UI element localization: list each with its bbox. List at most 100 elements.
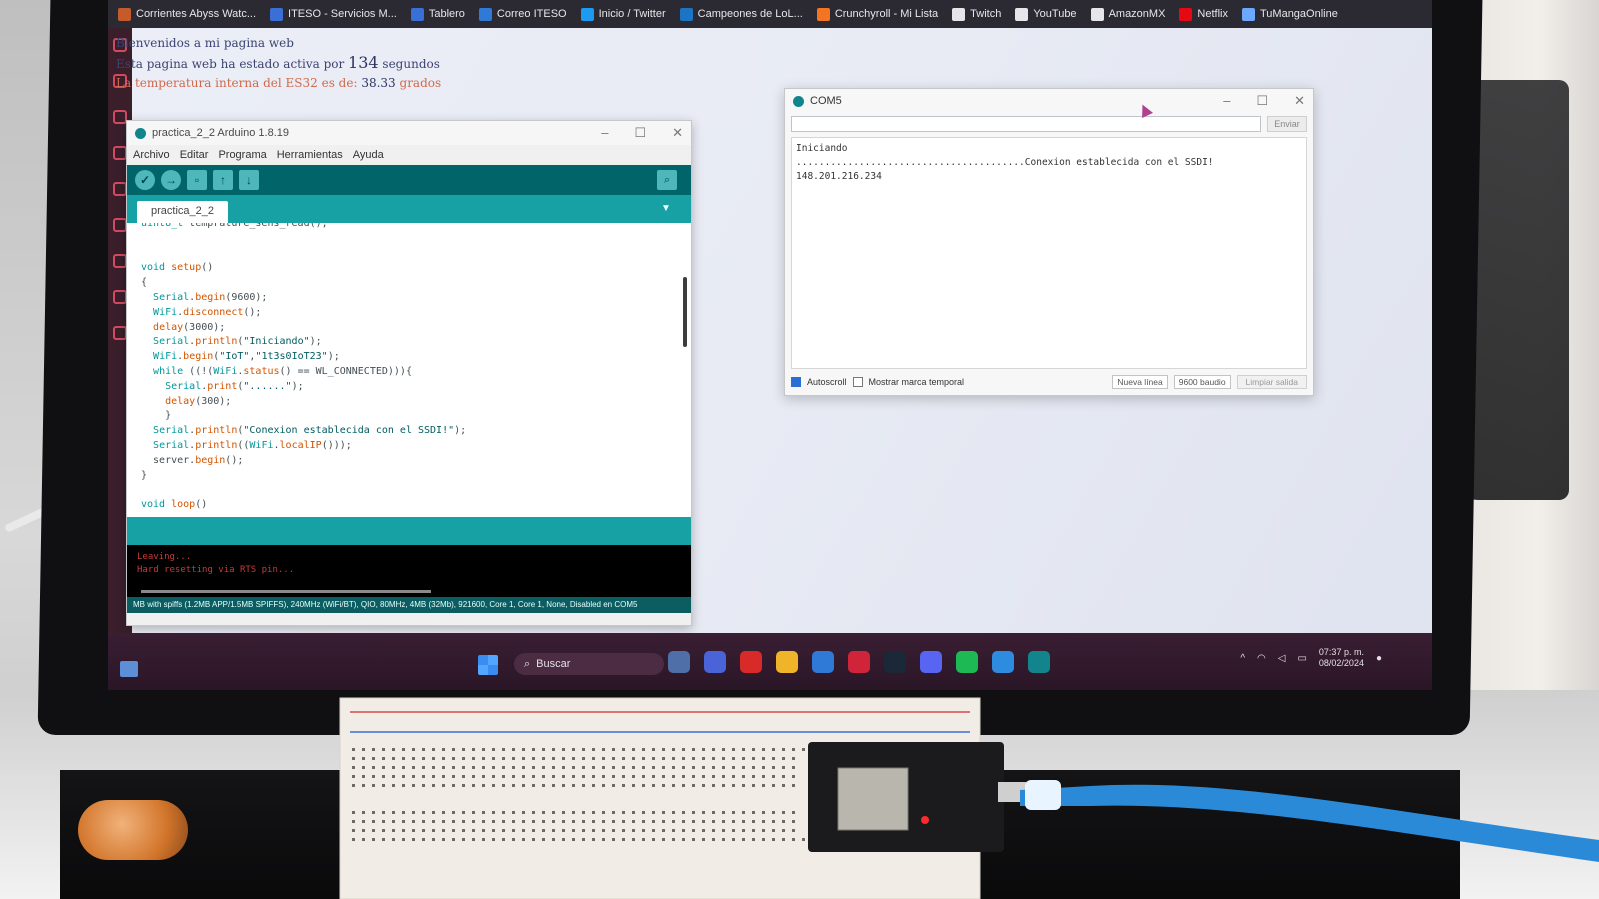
minimize-button[interactable]: – xyxy=(1223,93,1230,109)
bookmark-item[interactable]: Correo ITESO xyxy=(478,7,567,21)
code-line[interactable]: Serial.println((WiFi.localIP())); xyxy=(141,439,466,454)
clock[interactable]: 07:37 p. m. 08/02/2024 xyxy=(1319,647,1364,669)
bookmark-item[interactable]: Twitch xyxy=(952,7,1001,21)
code-line[interactable]: WiFi.disconnect(); xyxy=(141,306,466,321)
timestamp-checkbox[interactable] xyxy=(852,377,863,387)
sidebar-app-icon[interactable] xyxy=(113,254,127,268)
send-button[interactable]: Enviar xyxy=(1267,116,1307,132)
sidebar-app-icon[interactable] xyxy=(113,326,127,340)
menu-item-editar[interactable]: Editar xyxy=(180,149,209,161)
bookmark-item[interactable]: AmazonMX xyxy=(1090,7,1165,21)
serial-titlebar[interactable]: COM5 – ☐ ✕ xyxy=(785,89,1313,113)
widgets-icon[interactable] xyxy=(120,661,138,677)
line-ending-select[interactable]: Nueva línea xyxy=(1112,375,1168,389)
chevron-up-icon[interactable]: ^ xyxy=(1240,653,1245,664)
serial-send-input[interactable] xyxy=(791,116,1261,132)
verify-icon[interactable]: ✓ xyxy=(135,170,155,190)
code-line[interactable]: { xyxy=(141,276,466,291)
bookmark-item[interactable]: Corrientes Abyss Watc... xyxy=(118,7,256,21)
console-scrollbar[interactable] xyxy=(141,590,431,593)
code-line[interactable]: server.begin(); xyxy=(141,454,466,469)
open-file-icon[interactable]: ↑ xyxy=(213,170,233,190)
discord-icon[interactable] xyxy=(920,651,942,673)
menu-item-herramientas[interactable]: Herramientas xyxy=(277,149,343,161)
new-file-icon[interactable]: ▫ xyxy=(187,170,207,190)
minimize-button[interactable]: – xyxy=(601,125,608,141)
breadboard-hole xyxy=(742,766,745,769)
bookmark-item[interactable]: Netflix xyxy=(1179,7,1228,21)
menu-item-programa[interactable]: Programa xyxy=(218,149,266,161)
code-line[interactable]: Serial.println("Iniciando"); xyxy=(141,335,466,350)
code-line[interactable] xyxy=(141,232,466,247)
sidebar-app-icon[interactable] xyxy=(113,218,127,232)
bookmark-item[interactable]: TuMangaOnline xyxy=(1241,7,1338,21)
code-line[interactable]: uint8_t temprature_sens_read(); xyxy=(141,223,466,232)
breadboard-hole xyxy=(432,829,435,832)
breadboard-hole xyxy=(462,757,465,760)
maximize-button[interactable]: ☐ xyxy=(634,125,646,141)
code-text[interactable]: uint8_t temprature_sens_read(); void set… xyxy=(141,223,466,513)
autoscroll-checkbox[interactable] xyxy=(791,377,801,387)
close-button[interactable]: ✕ xyxy=(672,125,683,141)
close-button[interactable]: ✕ xyxy=(1294,93,1305,109)
tab-practica[interactable]: practica_2_2 xyxy=(137,201,228,223)
tab-menu-icon[interactable]: ▼ xyxy=(661,203,673,215)
code-line[interactable]: Serial.print("......"); xyxy=(141,380,466,395)
steam-icon[interactable] xyxy=(884,651,906,673)
code-line[interactable]: WiFi.begin("IoT","1t3s0IoT23"); xyxy=(141,350,466,365)
diamond-icon[interactable] xyxy=(848,651,870,673)
sidebar-app-icon[interactable] xyxy=(113,146,127,160)
breadboard-hole xyxy=(642,811,645,814)
maximize-button[interactable]: ☐ xyxy=(1256,93,1268,109)
wifi-icon[interactable]: ◠ xyxy=(1257,653,1266,664)
volume-icon[interactable]: ◁ xyxy=(1278,653,1286,664)
spotify-icon[interactable] xyxy=(956,651,978,673)
sidebar-app-icon[interactable] xyxy=(113,290,127,304)
baud-select[interactable]: 9600 baudio xyxy=(1173,375,1231,389)
taskbar-search[interactable]: ⌕ Buscar xyxy=(514,653,664,675)
folder-icon[interactable] xyxy=(776,651,798,673)
arduino-icon[interactable] xyxy=(1028,651,1050,673)
serial-monitor-icon[interactable]: ⌕ xyxy=(657,170,677,190)
save-file-icon[interactable]: ↓ xyxy=(239,170,259,190)
breadboard-hole xyxy=(662,820,665,823)
clear-output-button[interactable]: Limpiar salida xyxy=(1236,375,1307,389)
bookmark-item[interactable]: Campeones de LoL... xyxy=(679,7,803,21)
upload-icon[interactable]: → xyxy=(161,170,181,190)
battery-icon[interactable]: ▭ xyxy=(1297,653,1306,664)
breadboard-hole xyxy=(632,784,635,787)
code-line[interactable] xyxy=(141,247,466,262)
code-line[interactable]: } xyxy=(141,469,466,484)
bookmark-item[interactable]: Tablero xyxy=(410,7,465,21)
breadboard-hole xyxy=(482,757,485,760)
bookmark-item[interactable]: ITESO - Servicios M... xyxy=(270,7,397,21)
code-line[interactable]: void loop() xyxy=(141,498,466,513)
ide-titlebar[interactable]: practica_2_2 Arduino 1.8.19 – ☐ ✕ xyxy=(127,121,691,145)
opera-icon[interactable] xyxy=(740,651,762,673)
code-line[interactable]: delay(3000); xyxy=(141,321,466,336)
sidebar-app-icon[interactable] xyxy=(113,182,127,196)
code-line[interactable]: while ((!(WiFi.status() == WL_CONNECTED)… xyxy=(141,365,466,380)
meet-icon[interactable] xyxy=(704,651,726,673)
code-editor[interactable]: uint8_t temprature_sens_read(); void set… xyxy=(127,223,691,517)
bookmark-item[interactable]: Crunchyroll - Mi Lista xyxy=(816,7,938,21)
windows-start-icon[interactable] xyxy=(478,655,498,675)
menu-item-ayuda[interactable]: Ayuda xyxy=(353,149,384,161)
code-line[interactable]: Serial.begin(9600); xyxy=(141,291,466,306)
breadboard-hole xyxy=(702,784,705,787)
code-line[interactable]: } xyxy=(141,409,466,424)
code-line[interactable] xyxy=(141,483,466,498)
breadboard-hole xyxy=(692,766,695,769)
notification-icon[interactable]: ● xyxy=(1376,653,1382,664)
menu-item-archivo[interactable]: Archivo xyxy=(133,149,170,161)
code-line[interactable]: Serial.println("Conexion establecida con… xyxy=(141,424,466,439)
sidebar-app-icon[interactable] xyxy=(113,110,127,124)
code-line[interactable]: void setup() xyxy=(141,261,466,276)
vscode-icon[interactable] xyxy=(992,651,1014,673)
bookmark-item[interactable]: YouTube xyxy=(1015,7,1077,21)
editor-scrollbar[interactable] xyxy=(683,277,687,347)
code-line[interactable]: delay(300); xyxy=(141,395,466,410)
bookmark-item[interactable]: Inicio / Twitter xyxy=(580,7,666,21)
car-game-icon[interactable] xyxy=(668,651,690,673)
mail-icon[interactable] xyxy=(812,651,834,673)
